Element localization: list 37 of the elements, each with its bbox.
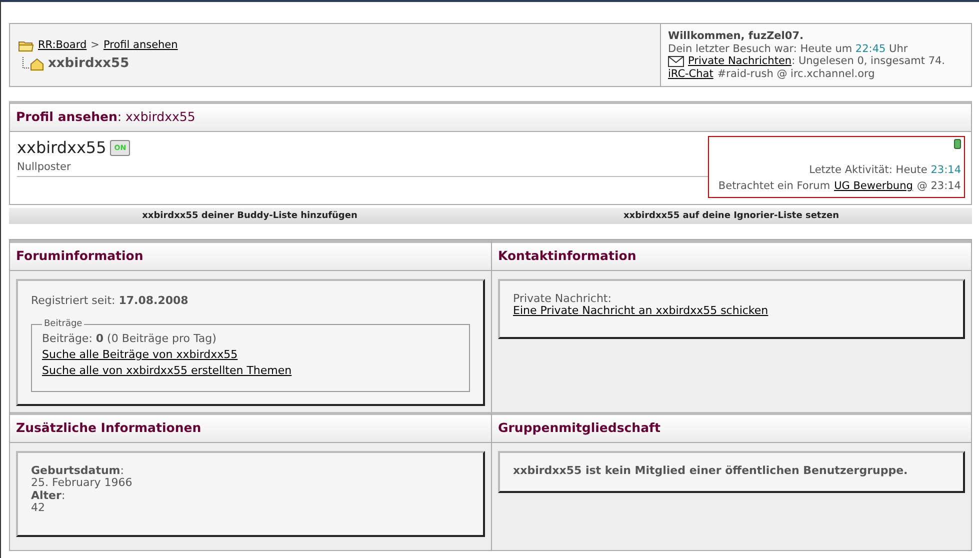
welcome-text: Willkommen, fuzZel07. bbox=[668, 30, 805, 42]
section-header: Foruminformation bbox=[10, 242, 491, 270]
irc-chat-link[interactable]: iRC-Chat bbox=[668, 68, 714, 80]
irc-channel-text: #raid-rush @ irc.xchannel.org bbox=[717, 68, 875, 80]
viewing-label: Betrachtet ein Forum bbox=[718, 179, 830, 194]
field-value: 42 bbox=[31, 502, 46, 514]
folder-icon bbox=[18, 40, 34, 52]
group-legend: Beiträge bbox=[42, 319, 84, 329]
section-header: Zusätzliche Informationen bbox=[10, 414, 491, 442]
envelope-icon bbox=[668, 56, 684, 67]
registered-text: Registriert seit: 17.08.2008 bbox=[31, 294, 190, 307]
breadcrumb-separator: > bbox=[90, 38, 100, 53]
viewing-time: @ 23:14 bbox=[916, 179, 961, 194]
forum-link[interactable]: UG Bewerbung bbox=[834, 179, 913, 195]
private-messages-link[interactable]: Private Nachrichten bbox=[688, 55, 792, 68]
section-header: Gruppenmitgliedschaft bbox=[492, 414, 971, 442]
breadcrumb-link[interactable]: RR:Board bbox=[38, 38, 87, 54]
search-link[interactable]: Suche alle von xxbirdxx55 erstellten Themen bbox=[42, 364, 292, 377]
search-link[interactable]: Suche alle Beiträge von xxbirdxx55 bbox=[42, 348, 238, 361]
field-label: Alter: bbox=[31, 490, 66, 502]
tree-home-icon bbox=[22, 56, 44, 70]
action-link[interactable]: xxbirdxx55 auf deine Ignorier-Liste setzen bbox=[623, 210, 839, 221]
last-activity-text: Letzte Aktivität: Heute 23:14 bbox=[808, 163, 961, 178]
contact-label: Private Nachricht: bbox=[513, 292, 612, 305]
field-label: Geburtsdatum: bbox=[31, 464, 125, 477]
section-header: Kontaktinformation bbox=[492, 242, 971, 270]
page-title: xxbirdxx55 bbox=[48, 54, 130, 73]
membership-text: xxbirdxx55 ist kein Mitglied einer öffentlichen Benutzergruppe. bbox=[513, 464, 909, 477]
action-link[interactable]: xxbirdxx55 deiner Buddy-Liste hinzufügen bbox=[142, 210, 358, 221]
message-count-text: : Ungelesen 0, insgesamt 74. bbox=[792, 55, 946, 68]
last-visit-text: Dein letzter Besuch war: Heute um 22:45 Uhr bbox=[668, 42, 909, 55]
breadcrumb-link[interactable]: Profil ansehen bbox=[103, 38, 178, 54]
posts-text: Beiträge: 0 (0 Beiträge pro Tag) bbox=[42, 331, 218, 347]
private-message-link[interactable]: Eine Private Nachricht an xxbirdxx55 schicken bbox=[513, 304, 768, 317]
user-rank: Nullposter bbox=[17, 160, 72, 175]
field-value: 25. February 1966 bbox=[31, 477, 134, 490]
username: xxbirdxx55 bbox=[17, 136, 106, 159]
